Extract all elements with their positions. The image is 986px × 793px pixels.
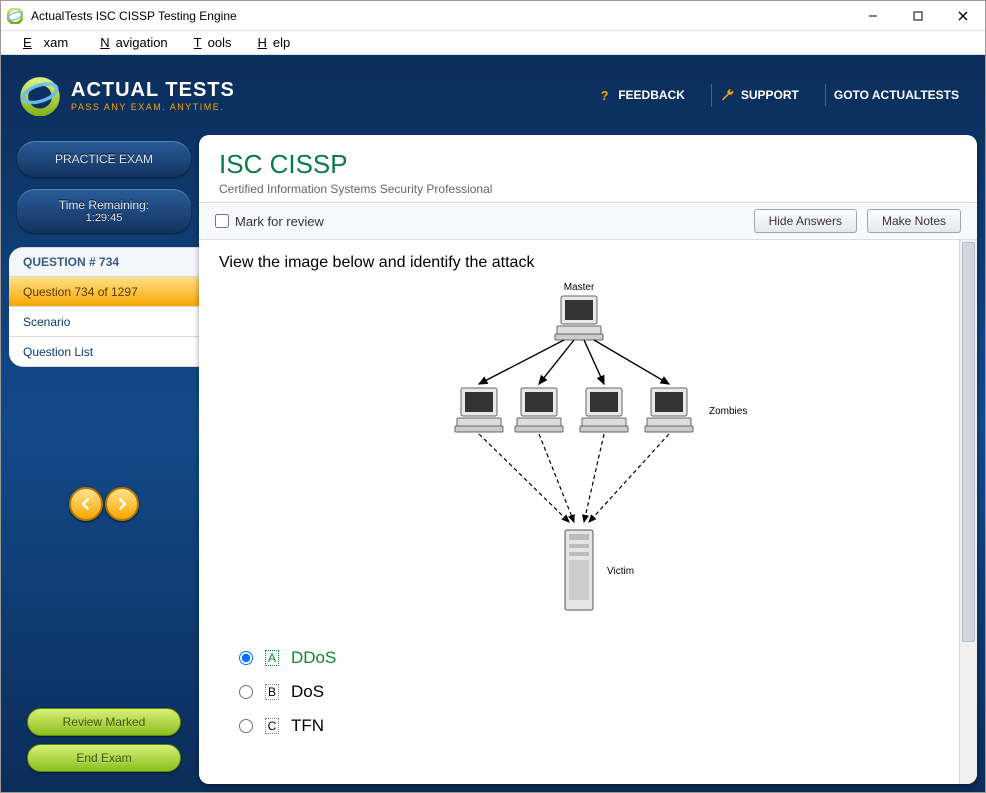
side-tabs: QUESTION # 734 Question 734 of 1297 Scen… (9, 247, 199, 367)
next-question-button[interactable] (105, 487, 139, 521)
timer-pill: Time Remaining: 1:29:45 (17, 189, 191, 233)
menu-navigation[interactable]: Navigation (88, 33, 173, 52)
answer-c[interactable]: C TFN (239, 716, 939, 736)
timer-value: 1:29:45 (86, 212, 123, 224)
answer-a[interactable]: A DDoS (239, 648, 939, 668)
question-icon: ? (597, 88, 612, 103)
scrollbar-thumb[interactable] (962, 242, 975, 642)
support-link[interactable]: SUPPORT (711, 84, 807, 107)
attack-diagram: Master (409, 282, 749, 622)
menu-exam[interactable]: Exam (11, 33, 80, 52)
timer-label: Time Remaining: (59, 198, 149, 212)
answer-c-label: TFN (291, 716, 324, 736)
brand-slogan: PASS ANY EXAM. ANYTIME. (71, 102, 235, 112)
brand-name: ACTUAL TESTS (71, 79, 235, 102)
goto-site-link[interactable]: GOTO ACTUALTESTS (825, 84, 967, 106)
answers-list: A DDoS B DoS C TFN (239, 648, 939, 736)
vertical-scrollbar[interactable] (959, 240, 977, 784)
panel-toolbar: Mark for review Hide Answers Make Notes (199, 202, 977, 240)
prev-question-button[interactable] (69, 487, 103, 521)
practice-exam-pill[interactable]: PRACTICE EXAM (17, 141, 191, 177)
close-button[interactable] (940, 1, 985, 30)
diagram-zombies-label: Zombies (709, 406, 747, 417)
sidebar: PRACTICE EXAM Time Remaining: 1:29:45 QU… (9, 135, 199, 784)
wrench-icon (720, 88, 735, 103)
feedback-link[interactable]: ? FEEDBACK (589, 84, 693, 107)
question-text: View the image below and identify the at… (219, 254, 939, 272)
answer-b-radio[interactable] (239, 685, 253, 699)
answer-b-label: DoS (291, 682, 324, 702)
minimize-button[interactable] (850, 1, 895, 30)
menu-help[interactable]: Help (245, 33, 296, 52)
panel-head: ISC CISSP Certified Information Systems … (199, 135, 977, 202)
review-marked-button[interactable]: Review Marked (27, 708, 181, 736)
question-body: View the image below and identify the at… (199, 240, 977, 784)
answer-a-radio[interactable] (239, 651, 253, 665)
mark-review-label: Mark for review (235, 214, 324, 229)
mark-review-input[interactable] (215, 214, 229, 228)
end-exam-button[interactable]: End Exam (27, 744, 181, 772)
hide-answers-button[interactable]: Hide Answers (754, 209, 857, 233)
answer-b-letter: B (265, 684, 279, 700)
tab-question-position[interactable]: Question 734 of 1297 (9, 277, 199, 307)
tab-scenario[interactable]: Scenario (9, 307, 199, 337)
question-scroll[interactable]: View the image below and identify the at… (199, 240, 959, 784)
titlebar: ActualTests ISC CISSP Testing Engine (1, 1, 985, 31)
menu-tools[interactable]: Tools (182, 33, 238, 52)
app-window: ActualTests ISC CISSP Testing Engine Exa… (0, 0, 986, 793)
header-strip: ACTUAL TESTS PASS ANY EXAM. ANYTIME. ? F… (1, 55, 985, 135)
answer-a-label: DDoS (291, 648, 336, 668)
mark-review-checkbox[interactable]: Mark for review (215, 214, 324, 229)
content-row: PRACTICE EXAM Time Remaining: 1:29:45 QU… (1, 135, 985, 792)
question-panel: ISC CISSP Certified Information Systems … (199, 135, 977, 784)
app-body: ACTUAL TESTS PASS ANY EXAM. ANYTIME. ? F… (1, 55, 985, 792)
answer-a-letter: A (265, 650, 279, 666)
logo-icon (19, 74, 61, 116)
chevron-right-icon (115, 497, 129, 511)
maximize-button[interactable] (895, 1, 940, 30)
exam-code: ISC CISSP (219, 149, 957, 180)
menubar: Exam Navigation Tools Help (1, 31, 985, 55)
tab-question-list[interactable]: Question List (9, 337, 199, 367)
logo: ACTUAL TESTS PASS ANY EXAM. ANYTIME. (19, 74, 235, 116)
exam-name: Certified Information Systems Security P… (219, 182, 957, 196)
diagram-victim-label: Victim (607, 566, 634, 577)
svg-text:?: ? (601, 88, 609, 102)
answer-b[interactable]: B DoS (239, 682, 939, 702)
window-title: ActualTests ISC CISSP Testing Engine (29, 9, 850, 23)
answer-c-letter: C (265, 718, 279, 734)
app-icon (7, 8, 23, 24)
question-number-header: QUESTION # 734 (9, 247, 199, 277)
nav-arrows (9, 487, 199, 521)
answer-c-radio[interactable] (239, 719, 253, 733)
chevron-left-icon (79, 497, 93, 511)
diagram-master-label: Master (564, 282, 595, 293)
make-notes-button[interactable]: Make Notes (867, 209, 961, 233)
